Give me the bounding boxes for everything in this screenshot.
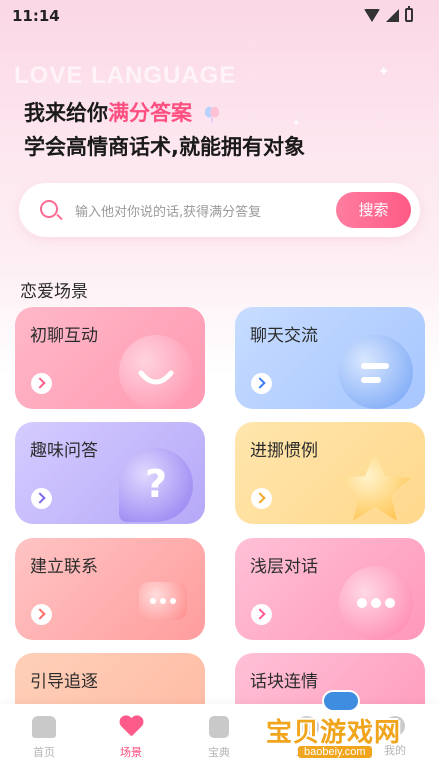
status-bar: 11:14 — [0, 0, 439, 32]
search-input[interactable]: 输入他对你说的话,获得满分答复 — [75, 201, 261, 220]
tab-label: 首页 — [33, 746, 55, 759]
tab-label: 宝典 — [208, 746, 230, 759]
heart-icon — [119, 716, 143, 738]
chevron-right-icon — [251, 488, 272, 509]
search-bar[interactable]: 输入他对你说的话,获得满分答复 搜索 — [19, 183, 420, 237]
sparkle-icon: ✦ — [378, 64, 390, 80]
tab-scenes[interactable]: 场景 — [101, 716, 161, 760]
tab-label: 场景 — [120, 746, 142, 759]
scene-card-label: 聊天交流 — [250, 326, 318, 346]
sparkle-icon: ✦ — [292, 118, 301, 129]
scene-card-connect[interactable]: 建立联系 — [15, 538, 205, 640]
question-bubble-icon: ? — [119, 448, 193, 522]
wifi-icon — [364, 8, 380, 22]
scene-card-label: 浅层对话 — [250, 557, 318, 577]
chevron-right-icon — [31, 488, 52, 509]
tab-home[interactable]: 首页 — [14, 716, 74, 760]
chat-lines-icon — [339, 335, 413, 409]
search-button[interactable]: 搜索 — [336, 192, 411, 228]
scene-card-label: 建立联系 — [30, 557, 98, 577]
section-title: 恋爱场景 — [20, 282, 88, 302]
message-icon — [139, 582, 187, 620]
chevron-right-icon — [31, 604, 52, 625]
scene-card-label: 进挪惯例 — [250, 441, 318, 461]
scene-card-label: 初聊互动 — [30, 326, 98, 346]
status-icons — [364, 6, 413, 22]
book-icon — [209, 716, 229, 738]
tab-guide-book[interactable]: 宝典 — [189, 716, 249, 760]
hero-background-word: LOVE LANGUAGE — [14, 62, 237, 89]
search-icon — [40, 200, 58, 218]
scene-card-first-chat[interactable]: 初聊互动 — [15, 307, 205, 409]
scene-card-chat[interactable]: 聊天交流 — [235, 307, 425, 409]
scene-card-small-talk[interactable]: 浅层对话 — [235, 538, 425, 640]
star-icon — [339, 452, 411, 521]
hero-headline-prefix: 我来给你 — [24, 101, 108, 125]
hero-headline-accent: 满分答案 — [108, 101, 192, 125]
gamepad-icon — [322, 690, 360, 712]
scene-card-routine[interactable]: 进挪惯例 — [235, 422, 425, 524]
status-time: 11:14 — [12, 7, 60, 25]
watermark-title: 宝贝游戏网 — [266, 718, 402, 748]
chevron-right-icon — [251, 373, 272, 394]
hero-subheadline: 学会高情商话术,就能拥有对象 — [24, 135, 305, 159]
balloon-icon — [205, 106, 220, 123]
smile-bubble-icon — [119, 335, 193, 409]
chevron-right-icon — [31, 373, 52, 394]
site-watermark: 宝贝游戏网 baobeiy.com — [260, 688, 430, 768]
scene-card-quiz[interactable]: 趣味问答 ? — [15, 422, 205, 524]
hero-headline: 我来给你满分答案 — [24, 97, 221, 127]
signal-icon — [386, 8, 399, 22]
scene-card-label: 引导追逐 — [30, 672, 98, 692]
watermark-url: baobeiy.com — [298, 746, 372, 758]
battery-icon — [405, 6, 413, 22]
scene-card-label: 趣味问答 — [30, 441, 98, 461]
home-icon — [32, 716, 56, 738]
dots-bubble-icon — [339, 566, 413, 640]
chevron-right-icon — [251, 604, 272, 625]
scenes-page: 11:14 LOVE LANGUAGE ✦ ✦ 我来给你满分答案 学会高情商话术… — [0, 0, 439, 780]
